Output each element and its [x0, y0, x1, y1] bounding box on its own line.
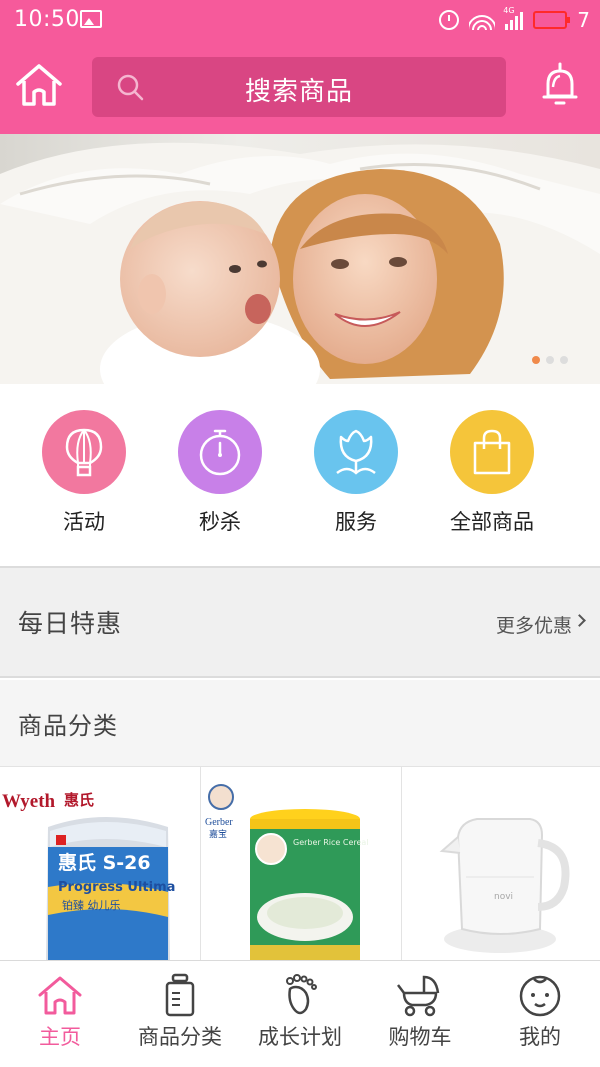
chevron-right-icon[interactable] [573, 614, 586, 627]
quick-nav-service[interactable]: 服务 [286, 410, 426, 540]
alarm-icon [439, 10, 460, 30]
footprint-icon [286, 974, 317, 1015]
hot-air-balloon-icon [42, 410, 126, 494]
product-name: 惠氏 S-26 [58, 852, 151, 874]
status-icons: 4G 7 [439, 6, 590, 34]
status-time: 10:50 [14, 7, 80, 32]
brand-logo-cn: 惠氏 [64, 791, 94, 809]
tab-profile[interactable]: 我的 [480, 973, 600, 1063]
bell-icon[interactable] [540, 60, 580, 110]
product-name: Gerber Rice Cereal [293, 838, 369, 847]
home-icon [38, 976, 82, 1015]
tulip-icon [314, 410, 398, 494]
product-image: Wyeth 惠氏 惠氏 S-26 Progress Ultima 铂臻 幼儿乐 [0, 767, 200, 961]
tab-label: 主页 [39, 1025, 81, 1049]
baby-bottle-icon [165, 973, 195, 1017]
search-placeholder: 搜索商品 [244, 77, 353, 107]
home-icon[interactable] [14, 62, 64, 108]
gallery-notification-icon [80, 10, 102, 28]
product-card-kettle[interactable]: novi [402, 767, 600, 961]
tab-label: 成长计划 [258, 1025, 342, 1049]
bottom-tab-bar: 主页 商品分类 成长计划 购物车 我的 [0, 960, 600, 1067]
brand-logo: Gerber [205, 817, 233, 828]
product-subtitle-cn: 铂臻 幼儿乐 [62, 898, 121, 912]
baby-face-icon [519, 975, 561, 1017]
banner-image [0, 134, 600, 384]
stopwatch-icon [178, 410, 262, 494]
tab-cart[interactable]: 购物车 [360, 973, 480, 1063]
tab-growth-plan[interactable]: 成长计划 [240, 973, 360, 1063]
quick-nav: 活动 秒杀 服务 全部商品 [0, 384, 600, 564]
status-bar: 10:50 4G 7 [0, 0, 600, 40]
product-brand: novi [494, 892, 513, 902]
tab-categories[interactable]: 商品分类 [120, 973, 240, 1063]
quick-nav-all-products[interactable]: 全部商品 [422, 410, 562, 540]
quick-nav-activity[interactable]: 活动 [14, 410, 154, 540]
stroller-icon [397, 975, 440, 1017]
product-card-wyeth[interactable]: Wyeth 惠氏 惠氏 S-26 Progress Ultima 铂臻 幼儿乐 [0, 767, 201, 961]
banner-pagination [532, 356, 568, 364]
app-header: 搜索商品 [0, 40, 600, 134]
banner-dot[interactable] [560, 356, 568, 364]
search-input[interactable]: 搜索商品 [92, 57, 506, 117]
daily-deals-title: 每日特惠 [18, 609, 123, 638]
product-subtitle: Progress Ultima [58, 880, 175, 895]
daily-deals-section: 每日特惠 更多优惠 [0, 566, 600, 678]
product-image: Gerber 嘉宝 Gerber Rice Cereal [201, 767, 401, 961]
quick-nav-label: 秒杀 [199, 510, 241, 534]
brand-logo: Wyeth [2, 791, 56, 812]
categories-title: 商品分类 [18, 712, 118, 740]
quick-nav-label: 全部商品 [450, 510, 534, 534]
promo-banner[interactable] [0, 134, 600, 384]
categories-section: 商品分类 [0, 680, 600, 766]
product-grid: Wyeth 惠氏 惠氏 S-26 Progress Ultima 铂臻 幼儿乐 … [0, 766, 600, 961]
tab-home[interactable]: 主页 [0, 973, 120, 1063]
banner-dot[interactable] [532, 356, 540, 364]
shopping-bag-icon [450, 410, 534, 494]
tab-label: 我的 [519, 1025, 561, 1049]
banner-dot[interactable] [546, 356, 554, 364]
product-image: novi [402, 767, 600, 961]
quick-nav-label: 服务 [335, 510, 377, 534]
quick-nav-label: 活动 [63, 510, 105, 534]
tab-label: 商品分类 [138, 1025, 222, 1049]
more-deals-link[interactable]: 更多优惠 [496, 611, 572, 638]
product-card-gerber[interactable]: Gerber 嘉宝 Gerber Rice Cereal [201, 767, 402, 961]
tab-label: 购物车 [388, 1025, 452, 1049]
network-type: 4G [503, 6, 515, 15]
wifi-icon [469, 10, 496, 30]
battery-level: 7 [577, 8, 590, 32]
quick-nav-flash-sale[interactable]: 秒杀 [150, 410, 290, 540]
battery-icon [533, 11, 571, 29]
signal-icon: 4G [503, 6, 524, 30]
brand-logo-cn: 嘉宝 [209, 828, 227, 840]
